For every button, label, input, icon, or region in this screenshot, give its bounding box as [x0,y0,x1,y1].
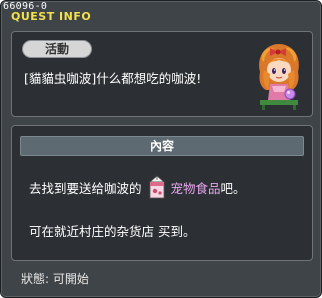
milk-carton-icon [145,174,169,200]
quest-name: [貓貓虫咖波]什么都想吃的咖波! [24,71,202,86]
girl-npc-portrait-icon [254,42,304,110]
window-title: QUEST INFO [11,10,92,23]
quest-hint-line: 可在就近村庄的杂货店 买到。 [29,224,196,239]
quest-type-tag: 活動 [22,40,92,58]
objective-text-before: 去找到要送给咖波的 [29,180,142,196]
objective-text-after: 吧。 [220,180,246,196]
content-header: 內容 [20,136,304,156]
quest-content-panel: 內容 去找到要送给咖波的 宠物食品 吧。 可在就近村庄的杂货店 买到。 [11,125,313,261]
quest-info-window: 66096-0 QUEST INFO 活動 [貓貓虫咖波]什么都想吃的咖波! 內… [0,0,322,298]
quest-status: 狀態: 可開始 [21,272,89,286]
quest-objective-line: 去找到要送给咖波的 宠物食品 吧。 [29,174,246,200]
item-name-link[interactable]: 宠物食品 [171,178,221,197]
quest-summary-panel: 活動 [貓貓虫咖波]什么都想吃的咖波! [11,31,313,117]
